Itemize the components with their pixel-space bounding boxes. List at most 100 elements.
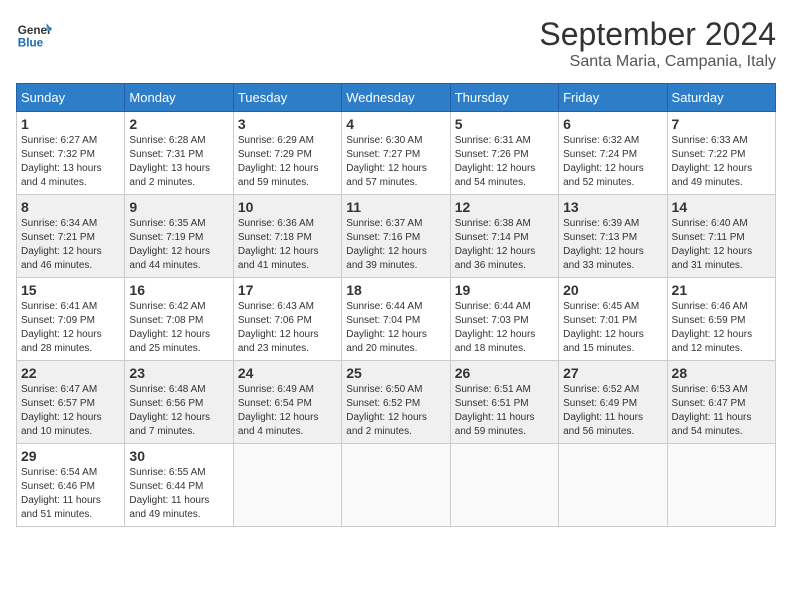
day-info: Sunrise: 6:44 AM Sunset: 7:03 PM Dayligh… <box>455 300 554 356</box>
title-area: September 2024 Santa Maria, Campania, It… <box>539 16 776 71</box>
calendar-cell: 9 Sunrise: 6:35 AM Sunset: 7:19 PM Daylig… <box>125 195 233 278</box>
header: General Blue September 2024 Santa Maria,… <box>16 16 776 71</box>
day-info: Sunrise: 6:46 AM Sunset: 6:59 PM Dayligh… <box>672 300 771 356</box>
day-info: Sunrise: 6:39 AM Sunset: 7:13 PM Dayligh… <box>563 217 662 273</box>
day-number: 30 <box>129 448 228 464</box>
day-info: Sunrise: 6:50 AM Sunset: 6:52 PM Dayligh… <box>346 383 445 439</box>
header-day-sunday: Sunday <box>17 84 125 112</box>
calendar-week-row: 15Sunrise: 6:41 AM Sunset: 7:09 PM Dayli… <box>17 278 776 361</box>
header-day-wednesday: Wednesday <box>342 84 450 112</box>
calendar-cell: 20Sunrise: 6:45 AM Sunset: 7:01 PM Dayli… <box>559 278 667 361</box>
calendar-cell: 26 Sunrise: 6:51 AM Sunset: 6:51 PM Dayli… <box>450 361 558 444</box>
day-info: Sunrise: 6:36 AM Sunset: 7:18 PM Dayligh… <box>238 217 337 273</box>
day-number: 27 <box>563 365 662 381</box>
day-number: 28 <box>672 365 771 381</box>
day-info: Sunrise: 6:45 AM Sunset: 7:01 PM Dayligh… <box>563 300 662 356</box>
day-info: Sunrise: 6:37 AM Sunset: 7:16 PM Dayligh… <box>346 217 445 273</box>
calendar-cell: 19 Sunrise: 6:44 AM Sunset: 7:03 PM Dayli… <box>450 278 558 361</box>
day-info: Sunrise: 6:52 AM Sunset: 6:49 PM Dayligh… <box>563 383 662 439</box>
day-number: 12 <box>455 199 554 215</box>
day-number: 10 <box>238 199 337 215</box>
svg-text:Blue: Blue <box>18 37 44 50</box>
day-number: 5 <box>455 116 554 132</box>
day-number: 1 <box>21 116 120 132</box>
day-number: 19 <box>455 282 554 298</box>
day-info: Sunrise: 6:27 AM Sunset: 7:32 PM Dayligh… <box>21 134 120 190</box>
calendar-cell: 14 Sunrise: 6:40 AM Sunset: 7:11 PM Dayli… <box>667 195 775 278</box>
day-info: Sunrise: 6:51 AM Sunset: 6:51 PM Dayligh… <box>455 383 554 439</box>
day-number: 9 <box>129 199 228 215</box>
day-number: 17 <box>238 282 337 298</box>
calendar-cell: 28 Sunrise: 6:53 AM Sunset: 6:47 PM Dayli… <box>667 361 775 444</box>
calendar-cell: 6 Sunrise: 6:32 AM Sunset: 7:24 PM Daylig… <box>559 112 667 195</box>
day-info: Sunrise: 6:38 AM Sunset: 7:14 PM Dayligh… <box>455 217 554 273</box>
calendar-cell: 16 Sunrise: 6:42 AM Sunset: 7:08 PM Dayli… <box>125 278 233 361</box>
day-number: 8 <box>21 199 120 215</box>
calendar-cell: 7 Sunrise: 6:33 AM Sunset: 7:22 PM Daylig… <box>667 112 775 195</box>
logo: General Blue <box>16 16 52 52</box>
calendar-cell: 23 Sunrise: 6:48 AM Sunset: 6:56 PM Dayli… <box>125 361 233 444</box>
calendar-cell: 1 Sunrise: 6:27 AM Sunset: 7:32 PM Daylig… <box>17 112 125 195</box>
day-number: 29 <box>21 448 120 464</box>
day-number: 3 <box>238 116 337 132</box>
day-number: 23 <box>129 365 228 381</box>
calendar-cell: 18 Sunrise: 6:44 AM Sunset: 7:04 PM Dayli… <box>342 278 450 361</box>
day-info: Sunrise: 6:55 AM Sunset: 6:44 PM Dayligh… <box>129 466 228 522</box>
calendar-cell: 10 Sunrise: 6:36 AM Sunset: 7:18 PM Dayli… <box>233 195 341 278</box>
day-info: Sunrise: 6:32 AM Sunset: 7:24 PM Dayligh… <box>563 134 662 190</box>
day-info: Sunrise: 6:29 AM Sunset: 7:29 PM Dayligh… <box>238 134 337 190</box>
day-number: 15 <box>21 282 120 298</box>
day-number: 22 <box>21 365 120 381</box>
month-title: September 2024 <box>539 16 776 53</box>
calendar-table: SundayMondayTuesdayWednesdayThursdayFrid… <box>16 83 776 527</box>
day-info: Sunrise: 6:48 AM Sunset: 6:56 PM Dayligh… <box>129 383 228 439</box>
day-number: 14 <box>672 199 771 215</box>
header-day-monday: Monday <box>125 84 233 112</box>
calendar-cell: 2Sunrise: 6:28 AM Sunset: 7:31 PM Daylig… <box>125 112 233 195</box>
calendar-cell: 5Sunrise: 6:31 AM Sunset: 7:26 PM Daylig… <box>450 112 558 195</box>
day-info: Sunrise: 6:34 AM Sunset: 7:21 PM Dayligh… <box>21 217 120 273</box>
day-info: Sunrise: 6:30 AM Sunset: 7:27 PM Dayligh… <box>346 134 445 190</box>
day-info: Sunrise: 6:33 AM Sunset: 7:22 PM Dayligh… <box>672 134 771 190</box>
header-day-tuesday: Tuesday <box>233 84 341 112</box>
calendar-cell: 30 Sunrise: 6:55 AM Sunset: 6:44 PM Dayli… <box>125 444 233 527</box>
day-number: 16 <box>129 282 228 298</box>
day-info: Sunrise: 6:47 AM Sunset: 6:57 PM Dayligh… <box>21 383 120 439</box>
calendar-week-row: 8 Sunrise: 6:34 AM Sunset: 7:21 PM Daylig… <box>17 195 776 278</box>
day-number: 6 <box>563 116 662 132</box>
calendar-week-row: 1 Sunrise: 6:27 AM Sunset: 7:32 PM Daylig… <box>17 112 776 195</box>
day-number: 21 <box>672 282 771 298</box>
calendar-cell: 13Sunrise: 6:39 AM Sunset: 7:13 PM Dayli… <box>559 195 667 278</box>
day-number: 4 <box>346 116 445 132</box>
calendar-week-row: 29Sunrise: 6:54 AM Sunset: 6:46 PM Dayli… <box>17 444 776 527</box>
calendar-cell <box>559 444 667 527</box>
day-number: 11 <box>346 199 445 215</box>
header-day-saturday: Saturday <box>667 84 775 112</box>
logo-icon: General Blue <box>16 16 52 52</box>
calendar-cell <box>342 444 450 527</box>
day-info: Sunrise: 6:43 AM Sunset: 7:06 PM Dayligh… <box>238 300 337 356</box>
day-info: Sunrise: 6:42 AM Sunset: 7:08 PM Dayligh… <box>129 300 228 356</box>
day-info: Sunrise: 6:40 AM Sunset: 7:11 PM Dayligh… <box>672 217 771 273</box>
calendar-cell: 22 Sunrise: 6:47 AM Sunset: 6:57 PM Dayli… <box>17 361 125 444</box>
calendar-cell: 21 Sunrise: 6:46 AM Sunset: 6:59 PM Dayli… <box>667 278 775 361</box>
calendar-header-row: SundayMondayTuesdayWednesdayThursdayFrid… <box>17 84 776 112</box>
calendar-cell: 17 Sunrise: 6:43 AM Sunset: 7:06 PM Dayli… <box>233 278 341 361</box>
day-info: Sunrise: 6:53 AM Sunset: 6:47 PM Dayligh… <box>672 383 771 439</box>
day-number: 25 <box>346 365 445 381</box>
calendar-cell: 29Sunrise: 6:54 AM Sunset: 6:46 PM Dayli… <box>17 444 125 527</box>
calendar-cell: 3 Sunrise: 6:29 AM Sunset: 7:29 PM Daylig… <box>233 112 341 195</box>
day-number: 26 <box>455 365 554 381</box>
location-title: Santa Maria, Campania, Italy <box>539 53 776 71</box>
day-number: 18 <box>346 282 445 298</box>
calendar-cell: 15Sunrise: 6:41 AM Sunset: 7:09 PM Dayli… <box>17 278 125 361</box>
day-number: 7 <box>672 116 771 132</box>
header-day-thursday: Thursday <box>450 84 558 112</box>
day-info: Sunrise: 6:49 AM Sunset: 6:54 PM Dayligh… <box>238 383 337 439</box>
calendar-cell <box>450 444 558 527</box>
calendar-cell: 8 Sunrise: 6:34 AM Sunset: 7:21 PM Daylig… <box>17 195 125 278</box>
day-info: Sunrise: 6:35 AM Sunset: 7:19 PM Dayligh… <box>129 217 228 273</box>
day-number: 24 <box>238 365 337 381</box>
day-info: Sunrise: 6:44 AM Sunset: 7:04 PM Dayligh… <box>346 300 445 356</box>
header-day-friday: Friday <box>559 84 667 112</box>
